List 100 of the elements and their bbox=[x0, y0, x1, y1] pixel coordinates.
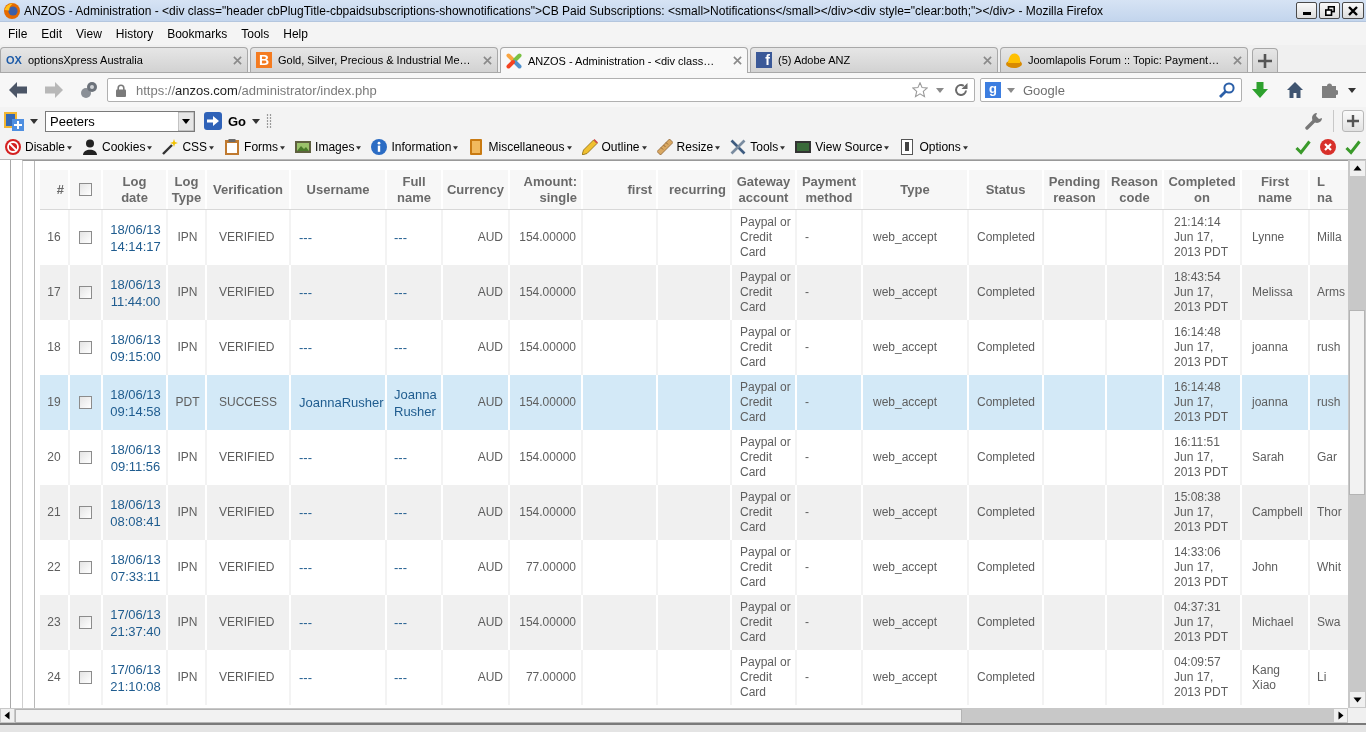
toolbar-menu-button[interactable]: Outline bbox=[576, 136, 652, 158]
toolbar-menu-button[interactable]: Disable bbox=[0, 136, 78, 158]
puzzle-icon[interactable] bbox=[1322, 82, 1338, 98]
name-link[interactable]: --- bbox=[299, 449, 312, 466]
log-date-link[interactable]: 18/06/13 09:11:56 bbox=[110, 440, 161, 475]
table-cell: VERIFIED bbox=[207, 650, 291, 705]
toolbar-menu-button[interactable]: Miscellaneous bbox=[463, 136, 577, 158]
log-date-link[interactable]: 17/06/13 21:37:40 bbox=[110, 605, 161, 640]
ruler-icon bbox=[656, 139, 673, 155]
close-icon[interactable] bbox=[733, 56, 742, 65]
name-link[interactable]: --- bbox=[299, 284, 312, 301]
toolbar-menu-button[interactable]: Images bbox=[290, 136, 367, 158]
row-checkbox[interactable] bbox=[79, 451, 92, 464]
dictionary-select[interactable]: Peeters bbox=[45, 110, 195, 132]
menu-item[interactable]: Help bbox=[276, 24, 315, 43]
row-checkbox[interactable] bbox=[79, 561, 92, 574]
name-link[interactable]: --- bbox=[299, 504, 312, 521]
log-date-link[interactable]: 18/06/13 09:15:00 bbox=[110, 330, 161, 365]
close-circle-icon[interactable] bbox=[1320, 139, 1336, 155]
select-all-checkbox[interactable] bbox=[79, 183, 92, 196]
browser-tab[interactable]: f (5) Adobe ANZ bbox=[750, 47, 998, 72]
name-link[interactable]: --- bbox=[394, 504, 407, 521]
name-link[interactable]: --- bbox=[299, 339, 312, 356]
scrollbar-thumb[interactable] bbox=[15, 708, 962, 723]
name-link[interactable]: Joanna Rusher bbox=[394, 385, 439, 420]
close-icon[interactable] bbox=[1233, 55, 1242, 65]
toolbar-menu-button[interactable]: CSS bbox=[157, 136, 220, 158]
toolbar-menu-button[interactable]: Options bbox=[894, 136, 973, 158]
menu-item[interactable]: Edit bbox=[34, 24, 70, 43]
toolbar-menu-button[interactable]: View Source bbox=[790, 136, 895, 158]
name-link[interactable]: --- bbox=[394, 284, 407, 301]
log-date-link[interactable]: 18/06/13 11:44:00 bbox=[110, 275, 161, 310]
row-checkbox[interactable] bbox=[79, 286, 92, 299]
name-link[interactable]: --- bbox=[299, 669, 312, 686]
log-date-link[interactable]: 17/06/13 21:10:08 bbox=[110, 660, 161, 695]
name-link[interactable]: --- bbox=[394, 669, 407, 686]
row-checkbox[interactable] bbox=[79, 341, 92, 354]
caret-icon bbox=[780, 146, 786, 150]
log-date-link[interactable]: 18/06/13 09:14:58 bbox=[110, 385, 161, 420]
check-icon[interactable] bbox=[1295, 139, 1311, 155]
row-checkbox[interactable] bbox=[79, 616, 92, 629]
name-link[interactable]: --- bbox=[394, 449, 407, 466]
toolbar-menu-button[interactable]: Resize bbox=[651, 136, 726, 158]
close-icon[interactable] bbox=[483, 55, 492, 65]
restore-button[interactable] bbox=[1319, 2, 1340, 19]
log-date-link[interactable]: 18/06/13 07:33:11 bbox=[110, 550, 161, 585]
column-header[interactable]: L na bbox=[1310, 170, 1348, 209]
search-input[interactable]: Google bbox=[1023, 81, 1219, 99]
name-link[interactable]: JoannaRusher bbox=[299, 394, 384, 411]
menu-item[interactable]: File bbox=[1, 24, 35, 43]
close-icon[interactable] bbox=[233, 55, 242, 65]
tiles-plus-icon[interactable] bbox=[4, 111, 24, 131]
minimize-button[interactable] bbox=[1296, 2, 1317, 19]
scrollbar-thumb[interactable] bbox=[1349, 310, 1365, 495]
search-icon[interactable] bbox=[1219, 82, 1235, 98]
new-tab-button[interactable] bbox=[1252, 48, 1278, 72]
browser-logo-icon bbox=[4, 2, 20, 19]
log-date-link[interactable]: 18/06/13 08:08:41 bbox=[110, 495, 161, 530]
caret-icon[interactable] bbox=[252, 118, 261, 124]
menu-item[interactable]: Tools bbox=[234, 24, 277, 43]
close-icon[interactable] bbox=[983, 55, 992, 65]
name-link[interactable]: --- bbox=[299, 559, 312, 576]
caret-icon[interactable] bbox=[30, 118, 38, 124]
grip-icon[interactable] bbox=[266, 114, 273, 128]
search-field[interactable]: g Google bbox=[980, 78, 1242, 102]
check-icon[interactable] bbox=[1345, 139, 1361, 155]
name-link[interactable]: --- bbox=[394, 559, 407, 576]
caret-icon[interactable] bbox=[1348, 87, 1356, 93]
toolbar-menu-button[interactable]: Tools bbox=[725, 136, 791, 158]
toolbar-menu-button[interactable]: Cookies bbox=[77, 136, 158, 158]
toolbar-menu-button[interactable]: Forms bbox=[219, 136, 291, 158]
wrench-icon[interactable] bbox=[1305, 112, 1323, 130]
menu-item[interactable]: Bookmarks bbox=[160, 24, 235, 43]
row-checkbox[interactable] bbox=[79, 671, 92, 684]
menu-item[interactable]: View bbox=[69, 24, 109, 43]
reload-icon[interactable] bbox=[954, 83, 968, 97]
menu-item[interactable]: History bbox=[108, 24, 161, 43]
star-icon[interactable] bbox=[912, 82, 928, 98]
name-link[interactable]: --- bbox=[394, 339, 407, 356]
row-checkbox[interactable] bbox=[79, 396, 92, 409]
name-link[interactable]: --- bbox=[299, 614, 312, 631]
go-button[interactable]: Go bbox=[204, 112, 247, 130]
row-checkbox[interactable] bbox=[79, 506, 92, 519]
left-arrow-icon[interactable] bbox=[9, 82, 27, 98]
toolbar-menu-button[interactable]: Information bbox=[366, 136, 464, 158]
name-link[interactable]: --- bbox=[394, 229, 407, 246]
browser-tab[interactable]: Joomlapolis Forum :: Topic: Payment… bbox=[1000, 47, 1248, 72]
row-checkbox[interactable] bbox=[79, 231, 92, 244]
address-field[interactable]: https://anzos.com/administrator/index.php bbox=[107, 78, 975, 102]
home-icon[interactable] bbox=[1287, 82, 1303, 98]
browser-tab[interactable]: OX optionsXpress Australia bbox=[0, 47, 248, 72]
name-link[interactable]: --- bbox=[299, 229, 312, 246]
browser-tab[interactable]: ANZOS - Administration - <div class… bbox=[500, 47, 748, 73]
down-arrow-icon[interactable] bbox=[1252, 82, 1268, 98]
log-date-link[interactable]: 18/06/13 14:14:17 bbox=[110, 220, 161, 255]
close-button[interactable] bbox=[1342, 2, 1364, 19]
plus-button[interactable] bbox=[1342, 110, 1364, 132]
name-link[interactable]: --- bbox=[394, 614, 407, 631]
browser-tab[interactable]: B Gold, Silver, Precious & Industrial Me… bbox=[250, 47, 498, 72]
circles-icon[interactable] bbox=[81, 82, 97, 98]
